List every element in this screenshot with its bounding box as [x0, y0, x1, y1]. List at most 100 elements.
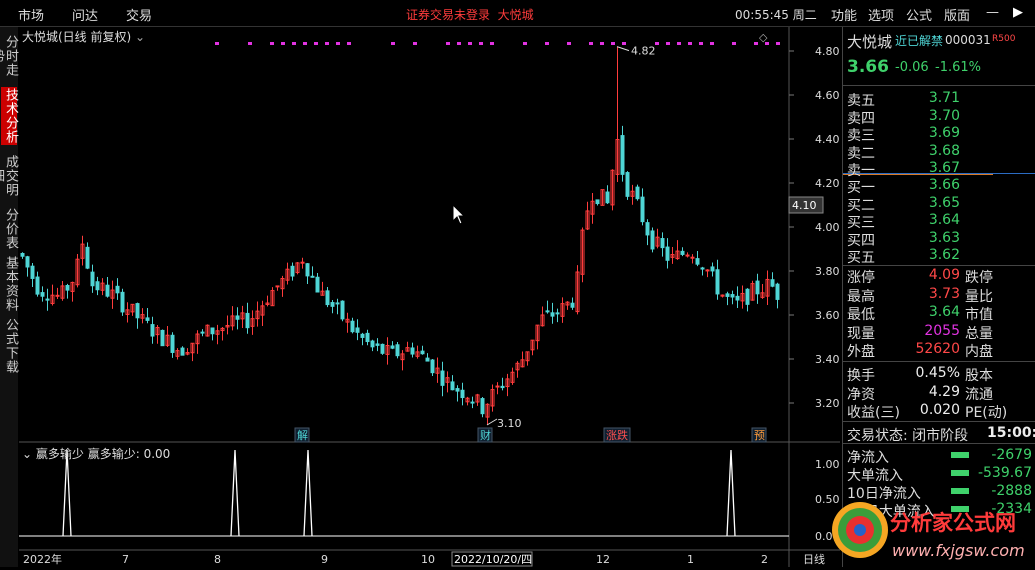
collapse-arrow-icon[interactable]: ▶: [1013, 5, 1023, 20]
signal-dot: [589, 42, 593, 45]
candle: [300, 261, 305, 264]
tab-intraday[interactable]: 分时走势: [0, 29, 18, 83]
bid-level-4: 买四 3.63: [847, 229, 960, 249]
tab-fundamentals[interactable]: 基本资料: [1, 255, 18, 313]
signal-dot: [677, 42, 681, 45]
signal-dot: [248, 42, 252, 45]
signal-dot: [523, 42, 527, 45]
candle: [85, 246, 90, 269]
signal-dot: [468, 42, 472, 45]
candle: [730, 294, 735, 298]
last-price: 3.66: [847, 57, 889, 77]
candle: [315, 276, 320, 293]
menu-options[interactable]: 选项: [868, 5, 894, 24]
tab-formula-download[interactable]: 公式下载: [1, 317, 18, 375]
candle: [545, 310, 550, 313]
y-tick-label: 4.20: [815, 177, 840, 190]
candle: [170, 334, 175, 353]
signal-dot: [655, 42, 659, 45]
candle: [685, 254, 690, 257]
candle: [55, 294, 60, 297]
candle: [180, 347, 185, 356]
event-marker-label: 财: [480, 428, 491, 442]
price-change: -0.06: [895, 60, 929, 75]
candle: [105, 284, 110, 297]
side-tabs: 分时走势 技术分析 成交明细 分价表 基本资料 公式下载: [0, 27, 18, 567]
signal-dot: [391, 42, 395, 45]
candle: [90, 271, 95, 287]
x-tick-label: 1: [687, 553, 694, 566]
event-marker-label: 预: [754, 429, 765, 442]
menu-function[interactable]: 功能: [831, 5, 857, 24]
signal-dot: [776, 42, 780, 45]
signal-dot: [336, 42, 340, 45]
candle: [480, 398, 485, 415]
candle: [620, 135, 625, 175]
menu-formula[interactable]: 公式: [906, 5, 932, 24]
menu-wenda[interactable]: 问达: [72, 5, 98, 24]
chart-area[interactable]: 4.80 4.60 4.40 4.20 4.00 3.80 3.60 3.40 3.20 4.10…: [19, 27, 840, 567]
candle: [335, 302, 340, 305]
y-tick-label: 4.40: [815, 133, 840, 146]
x-tick-label: 8: [214, 553, 221, 566]
candle: [715, 269, 720, 295]
mouse-cursor-icon: [452, 203, 466, 225]
y-tick-label: 4.00: [815, 221, 840, 234]
signal-dot: [303, 42, 307, 45]
candle: [690, 256, 695, 259]
candle: [555, 312, 560, 315]
signal-dot: [754, 42, 758, 45]
stat2-1: 净资 4.29 流通: [847, 383, 993, 403]
candle: [770, 279, 775, 287]
candlestick-chart[interactable]: 4.80 4.60 4.40 4.20 4.00 3.80 3.60 3.40 3.20 4.10…: [19, 27, 840, 567]
candle: [370, 340, 375, 348]
signal-dot: [699, 42, 703, 45]
tab-price-table[interactable]: 分价表: [1, 207, 18, 251]
indicator-title[interactable]: ⌄ 赢多输少 赢多输少: 0.00: [22, 445, 170, 462]
candle: [360, 333, 365, 338]
candle: [235, 315, 240, 320]
candle: [605, 191, 610, 204]
tab-trades[interactable]: 成交明细: [0, 149, 18, 203]
candle: [755, 280, 760, 295]
candle: [425, 357, 430, 362]
candle: [725, 293, 730, 297]
chevron-down-icon: ⌄: [22, 447, 33, 461]
menu-trade[interactable]: 交易: [126, 5, 152, 24]
minimize-icon[interactable]: —: [986, 5, 999, 20]
candle: [355, 327, 360, 333]
signal-dot: [281, 42, 285, 45]
signal-dot: [413, 42, 417, 45]
low-label: 3.10: [497, 417, 522, 430]
signal-dot: [347, 42, 351, 45]
chevron-down-icon[interactable]: ⌄: [135, 30, 145, 44]
y-tick-label: 3.60: [815, 309, 840, 322]
candle: [45, 298, 50, 301]
menu-market[interactable]: 市场: [18, 5, 44, 24]
flow-row: 大单流入 -539.67: [847, 465, 1032, 484]
candle: [145, 317, 150, 321]
stock-code: 000031: [945, 33, 991, 47]
candle: [35, 276, 40, 295]
candle: [745, 288, 750, 305]
candle: [650, 230, 655, 250]
candle: [375, 343, 380, 346]
ask-level-5: 卖五 3.71: [847, 90, 960, 109]
watermark-text: 分析家公式网: [890, 511, 1016, 535]
menu-layout[interactable]: 版面: [944, 5, 970, 24]
candle: [365, 332, 370, 343]
signal-dot: [314, 42, 318, 45]
candle: [245, 312, 250, 329]
login-notice[interactable]: 证券交易未登录 大悦城: [406, 6, 534, 23]
candle: [460, 389, 465, 399]
candle: [325, 290, 330, 306]
candle: [390, 345, 395, 349]
ask-level-2: 卖二 3.68: [847, 142, 960, 162]
signal-dot: [479, 42, 483, 45]
candle: [340, 300, 345, 320]
candle: [290, 265, 295, 277]
tab-technical[interactable]: 技术分析: [1, 87, 18, 145]
candle: [665, 246, 670, 261]
candle: [470, 401, 475, 404]
candle: [635, 186, 640, 200]
